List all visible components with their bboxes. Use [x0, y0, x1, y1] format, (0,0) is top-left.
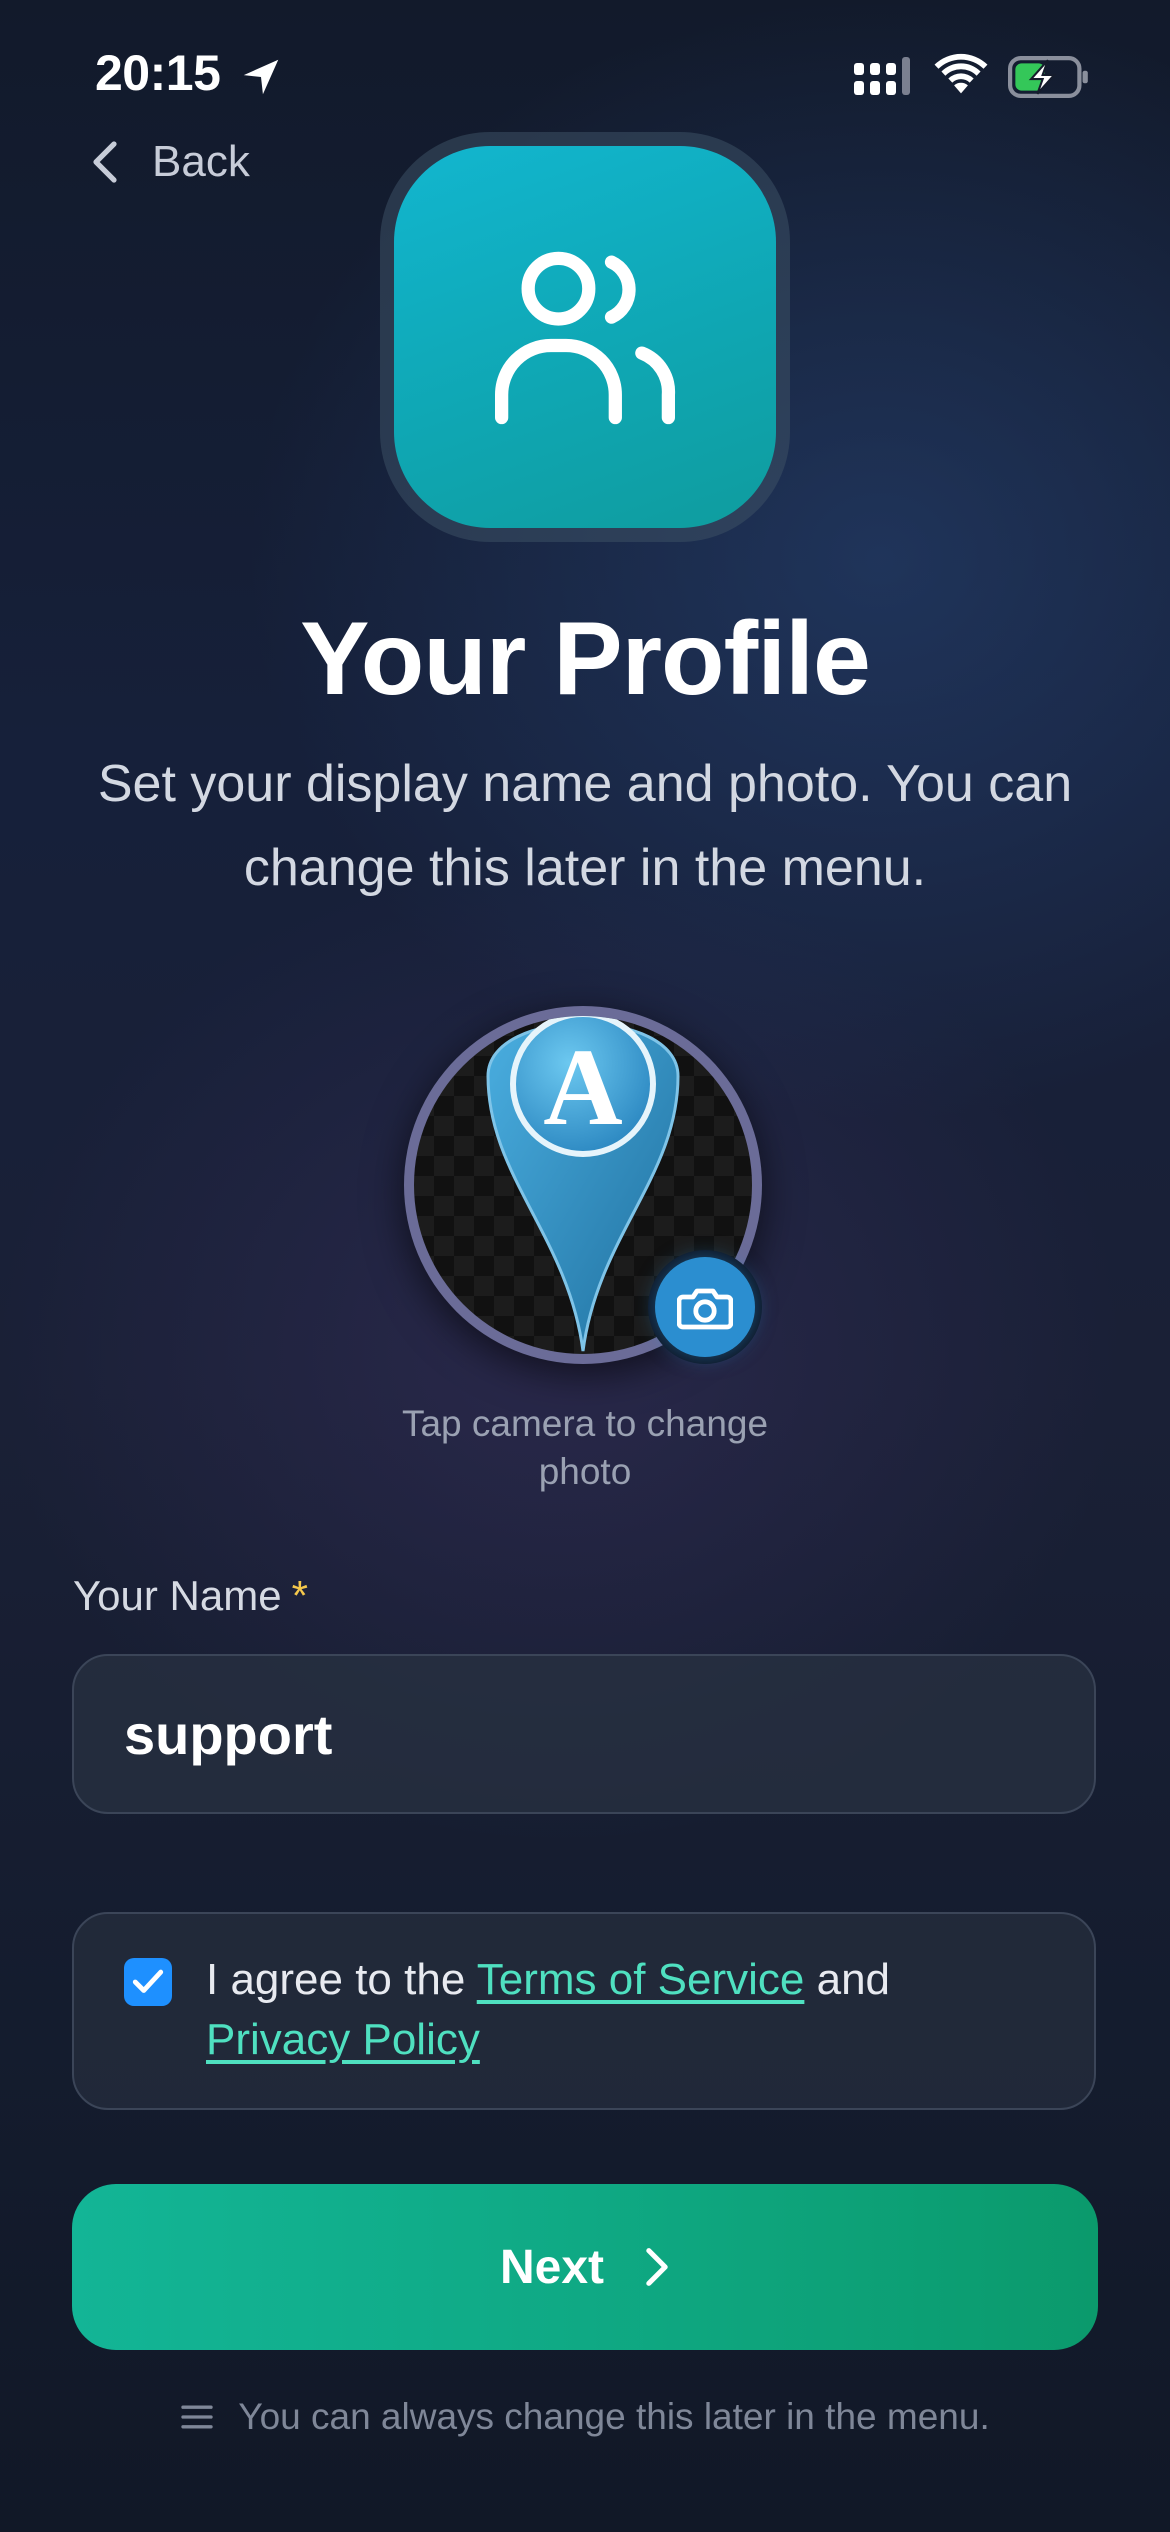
battery-charging-icon — [1008, 56, 1088, 98]
avatar-hint: Tap camera to change photo — [401, 1403, 769, 1492]
location-arrow-icon — [243, 59, 279, 95]
terms-link[interactable]: Terms of Service — [477, 1955, 805, 2004]
footer-text: You can always change this later in the … — [238, 2396, 990, 2437]
required-mark: * — [291, 1572, 308, 1619]
avatar-letter: A — [543, 1026, 622, 1148]
agree-prefix: I agree to the — [206, 1955, 477, 2004]
wifi-icon — [934, 53, 988, 94]
camera-icon — [677, 1288, 733, 1330]
page-title: Your Profile — [300, 601, 871, 717]
change-photo-button[interactable] — [648, 1250, 762, 1364]
status-time: 20:15 — [95, 45, 221, 101]
name-input[interactable]: support — [72, 1654, 1096, 1814]
check-icon — [132, 1969, 164, 1993]
profile-app-icon — [394, 146, 776, 528]
privacy-link[interactable]: Privacy Policy — [206, 2015, 480, 2064]
agree-checkbox[interactable] — [124, 1958, 172, 2006]
users-icon — [494, 251, 676, 425]
name-label-text: Your Name — [73, 1572, 282, 1619]
chevron-left-icon — [93, 141, 117, 183]
back-label: Back — [152, 137, 250, 186]
next-button[interactable]: Next — [72, 2184, 1098, 2350]
agreement-text: I agree to the Terms of Service and Priv… — [206, 1950, 1066, 2070]
agree-middle: and — [804, 1955, 891, 2004]
back-button[interactable]: Back — [92, 132, 250, 192]
cellular-icon — [854, 57, 910, 95]
name-label: Your Name * — [73, 1572, 308, 1620]
next-label: Next — [499, 2240, 605, 2294]
menu-lines-icon — [181, 2405, 213, 2429]
footer-note: You can always change this later in the … — [0, 2396, 1170, 2438]
chevron-right-icon — [646, 2248, 668, 2286]
page-subtitle: Set your display name and photo. You can… — [97, 755, 1073, 897]
